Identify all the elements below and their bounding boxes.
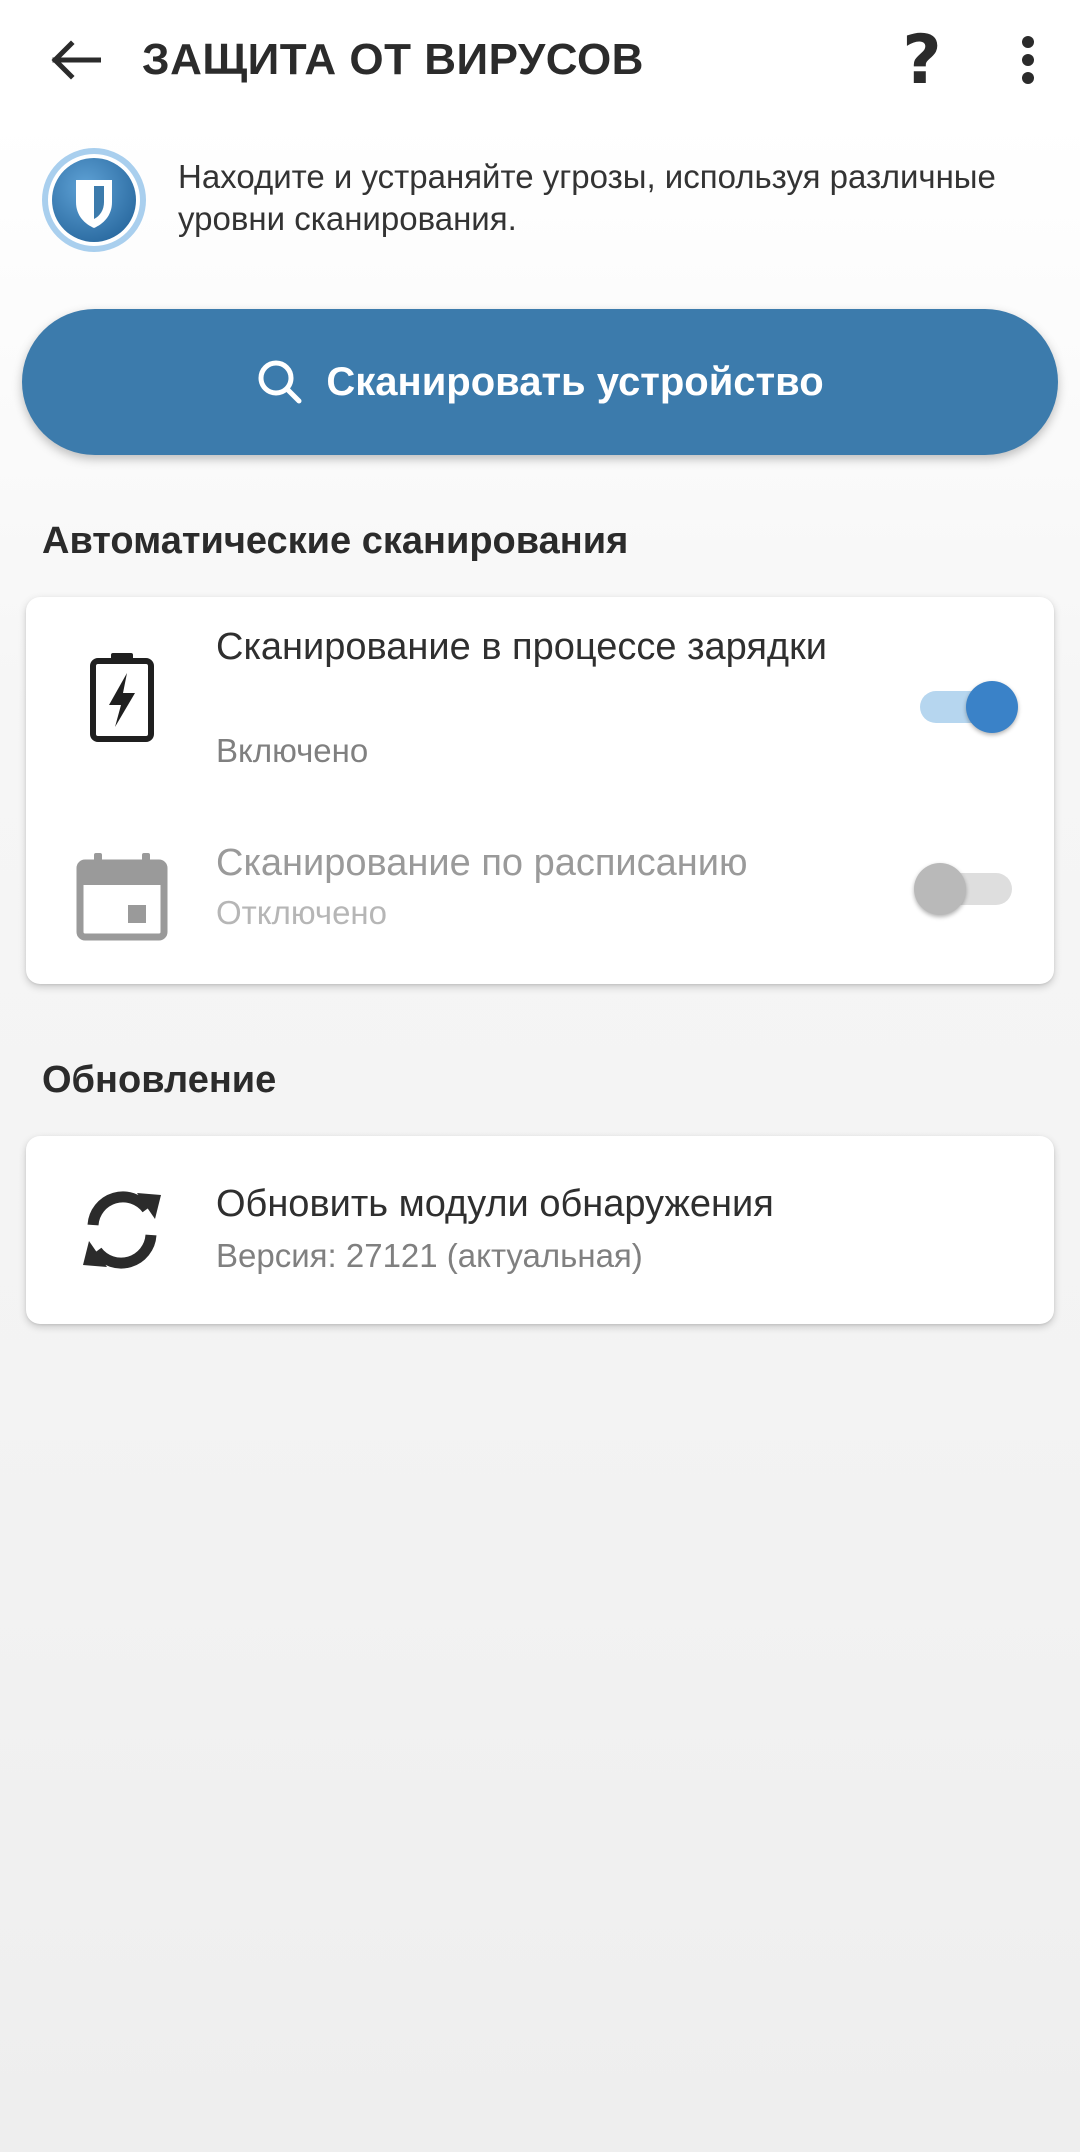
toggle-thumb xyxy=(914,863,966,915)
charging-scan-toggle[interactable] xyxy=(914,675,1018,735)
arrow-left-icon xyxy=(51,40,101,80)
search-icon xyxy=(256,358,304,406)
calendar-icon xyxy=(72,847,172,947)
update-modules-row[interactable]: Обновить модули обнаружения Версия: 2712… xyxy=(26,1136,1054,1324)
battery-charging-icon xyxy=(72,647,172,747)
scheduled-scan-title: Сканирование по расписанию xyxy=(216,842,748,884)
scan-device-button[interactable]: Сканировать устройство xyxy=(22,309,1058,455)
app-toolbar: ЗАЩИТА ОТ ВИРУСОВ ? xyxy=(0,0,1080,120)
update-section-title: Обновление xyxy=(42,1059,277,1101)
scan-device-label: Сканировать устройство xyxy=(326,359,824,404)
scheduled-scan-row[interactable]: Сканирование по расписанию Отключено xyxy=(26,807,1054,984)
auto-scans-section-title: Автоматические сканирования xyxy=(42,520,629,562)
update-modules-status: Версия: 27121 (актуальная) xyxy=(216,1237,643,1274)
charging-scan-title: Сканирование в процессе зарядки xyxy=(216,626,827,668)
help-button[interactable]: ? xyxy=(892,21,952,100)
intro-text: Находите и устраняйте угрозы, используя … xyxy=(178,158,996,237)
more-vert-icon xyxy=(1022,36,1034,84)
more-options-button[interactable] xyxy=(1000,32,1056,88)
sync-icon xyxy=(72,1180,172,1280)
charging-scan-status: Включено xyxy=(216,732,369,769)
page-title: ЗАЩИТА ОТ ВИРУСОВ xyxy=(142,35,644,84)
shield-icon xyxy=(42,148,146,252)
update-card: Обновить модули обнаружения Версия: 2712… xyxy=(26,1136,1054,1324)
auto-scans-card: Сканирование в процессе зарядки Включено… xyxy=(26,597,1054,984)
charging-scan-row[interactable]: Сканирование в процессе зарядки Включено xyxy=(26,597,1054,807)
intro-banner: Находите и устраняйте угрозы, используя … xyxy=(40,146,1040,256)
scheduled-scan-toggle[interactable] xyxy=(914,857,1018,917)
help-icon: ? xyxy=(902,20,942,100)
toggle-thumb xyxy=(966,681,1018,733)
update-modules-title: Обновить модули обнаружения xyxy=(216,1183,774,1225)
scheduled-scan-status: Отключено xyxy=(216,894,387,931)
back-button[interactable] xyxy=(40,30,110,90)
